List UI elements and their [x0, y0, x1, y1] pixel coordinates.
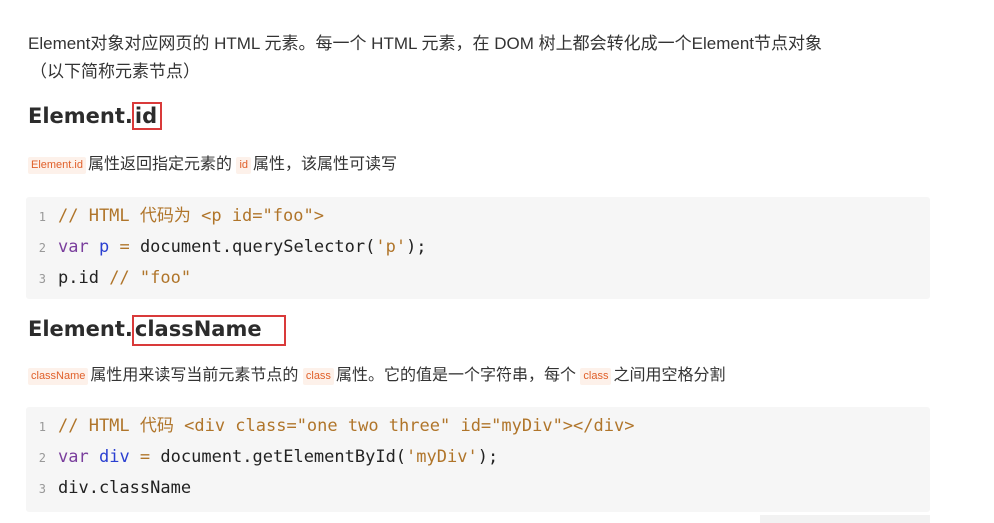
line-number: 2 [38, 451, 46, 465]
code-string: 'p' [375, 237, 407, 257]
code-punct: ); [477, 447, 499, 467]
description-text: 属性返回指定元素的 [87, 156, 232, 173]
code-string: 'myDiv' [406, 447, 478, 467]
code-variable: div [98, 447, 130, 467]
description-text: 属性用来读写当前元素节点的 [90, 367, 299, 384]
code-line: 2 var div = document.getElementById('myDi… [26, 442, 930, 473]
code-identifier: p.id [58, 268, 110, 288]
inline-code-tag: class [302, 368, 334, 385]
inline-code-tag: id [236, 157, 252, 174]
code-call: document.getElementById( [160, 447, 407, 467]
line-number: 1 [38, 420, 46, 434]
line-number: 2 [38, 241, 46, 255]
code-call: document.querySelector( [139, 237, 376, 257]
intro-line-1: Element对象对应网页的 HTML 元素。每一个 HTML 元素，在 DOM… [28, 34, 823, 53]
heading-prefix: Element. [28, 317, 133, 341]
code-keyword: var [58, 237, 89, 257]
code-comment: // HTML 代码 <div class="one two three" id… [58, 416, 635, 436]
description-classname: className 属性用来读写当前元素节点的 class 属性。它的值是一个字符串… [28, 364, 725, 388]
code-comment: // "foo" [109, 268, 192, 288]
code-operator: = [129, 447, 161, 467]
heading-element-id: Element.id [28, 102, 163, 130]
code-line: 2 var p = document.querySelector('p'); [26, 232, 930, 263]
line-number: 3 [38, 272, 46, 286]
code-keyword: var [58, 447, 89, 467]
code-variable: p [98, 237, 110, 257]
code-line: 1 // HTML 代码为 <p id="foo"> [26, 201, 930, 232]
heading-prefix: Element. [28, 104, 133, 128]
next-code-block-edge [760, 515, 930, 523]
line-number: 1 [38, 210, 46, 224]
code-punct: ); [406, 237, 427, 257]
intro-line-2: （以下简称元素节点） [30, 62, 200, 81]
code-identifier: div.className [58, 478, 192, 498]
code-line: 1 // HTML 代码 <div class="one two three" i… [26, 411, 930, 442]
code-operator: = [109, 237, 140, 257]
inline-code-tag: class [580, 368, 612, 385]
description-text: 属性。它的值是一个字符串，每个 [335, 367, 576, 384]
heading-highlight-box: id [131, 102, 163, 130]
inline-code-tag: Element.id [28, 157, 86, 174]
intro-paragraph: Element对象对应网页的 HTML 元素。每一个 HTML 元素，在 DOM… [28, 30, 928, 86]
description-element-id: Element.id 属性返回指定元素的 id 属性，该属性可读写 [28, 153, 397, 177]
line-number: 3 [38, 482, 46, 496]
inline-code-tag: className [28, 368, 89, 385]
description-text: 之间用空格分割 [613, 367, 726, 384]
description-text: 属性，该属性可读写 [253, 156, 398, 173]
code-line: 3 p.id // "foo" [26, 263, 930, 294]
heading-element-classname: Element.className [28, 315, 286, 346]
code-line: 3 div.className [26, 473, 930, 504]
code-block-id: 1 // HTML 代码为 <p id="foo"> 2 var p = docum… [26, 197, 930, 299]
heading-highlight-box: className [131, 315, 286, 346]
code-comment: // HTML 代码为 <p id="foo"> [58, 206, 324, 226]
code-block-classname: 1 // HTML 代码 <div class="one two three" i… [26, 407, 930, 512]
